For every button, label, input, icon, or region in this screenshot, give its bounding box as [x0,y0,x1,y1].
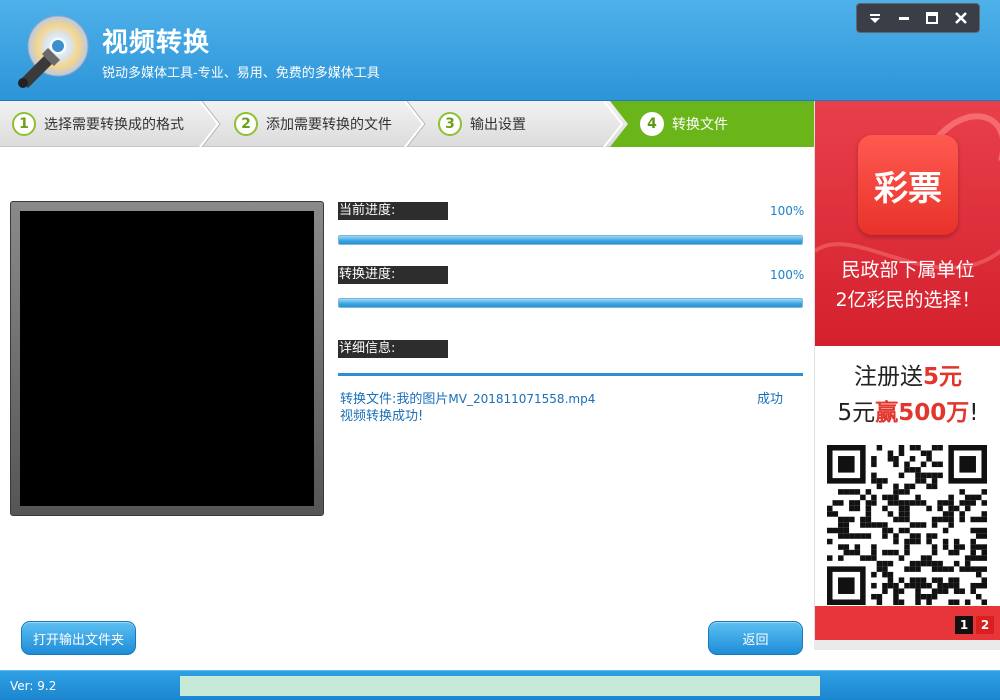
current-progress-fill [339,236,802,244]
step-number: 2 [234,112,258,136]
version-label: Ver: 9.2 [10,679,57,693]
step-label: 添加需要转换的文件 [266,117,392,133]
ad-banner[interactable]: 彩票 民政部下属单位 2亿彩民的选择！ 注册送5元 5元赢500万! 1 2 [814,101,1000,640]
open-output-folder-button[interactable]: 打开输出文件夹 [21,621,136,655]
ad-line-4a: 5元 [837,400,876,426]
ad-line-4b: 赢 [875,400,899,426]
close-icon[interactable] [949,6,973,30]
step-number: 4 [640,112,664,136]
ad-line-4d: ! [969,400,979,426]
convert-progress-fill [339,299,802,307]
detail-info-label: 详细信息: [338,340,448,358]
qr-code [827,445,987,605]
ad-line-4c: 500万 [898,400,970,426]
step-label: 选择需要转换成的格式 [44,117,184,133]
app-logo-icon [18,15,89,88]
detail-filename: MV_201811071558.mp4 [448,392,596,406]
detail-divider [338,373,803,376]
step-4-active: 4 转换文件 [640,101,728,147]
ad-line-4: 5元赢500万! [815,393,1000,427]
window-controls [856,3,980,33]
step-2: 2 添加需要转换的文件 [234,101,392,147]
preview-screen [20,211,314,506]
current-progress-bar [338,235,803,245]
back-button[interactable]: 返回 [708,621,803,655]
ad-page-1[interactable]: 1 [955,616,973,634]
wizard-steps: 1 选择需要转换成的格式 2 添加需要转换的文件 3 输出设置 4 转换文件 [0,101,814,147]
ad-line-3a: 注册送 [853,364,923,390]
step-number: 1 [12,112,36,136]
title-bar: 视频转换 锐动多媒体工具-专业、易用、免费的多媒体工具 [0,0,1000,101]
detail-line-2: 视频转换成功! [340,409,424,424]
app-title: 视频转换 [102,28,211,58]
current-progress-label: 当前进度: [338,202,448,220]
convert-progress-bar [338,298,803,308]
ad-line-1: 民政部下属单位 [841,259,975,281]
detail-status: 成功 [757,392,784,407]
ad-line-3b: 5元 [922,364,962,390]
ad-pager: 1 2 [955,616,994,634]
ad-page-2[interactable]: 2 [976,616,994,634]
step-3: 3 输出设置 [438,101,526,147]
ad-bottom-gap [814,640,1000,650]
minimize-icon[interactable] [892,6,916,30]
dropdown-icon[interactable] [863,6,887,30]
convert-progress-percent: 100% [770,268,805,282]
status-bar: Ver: 9.2 [0,670,1000,700]
lottery-logo: 彩票 [858,135,958,235]
app-subtitle: 锐动多媒体工具-专业、易用、免费的多媒体工具 [102,66,380,81]
ad-line-2: 2亿彩民的选择！ [835,289,981,311]
video-preview [10,201,324,516]
ad-line-3: 注册送5元 [815,357,1000,391]
step-label: 转换文件 [672,117,728,133]
maximize-icon[interactable] [920,6,944,30]
step-1: 1 选择需要转换成的格式 [12,101,184,147]
current-progress-percent: 100% [770,204,805,218]
ad-top-background: 彩票 民政部下属单位 2亿彩民的选择！ [815,101,1000,346]
step-number: 3 [438,112,462,136]
step-label: 输出设置 [470,117,526,133]
convert-progress-label: 转换进度: [338,266,448,284]
status-bar-panel [180,676,820,696]
